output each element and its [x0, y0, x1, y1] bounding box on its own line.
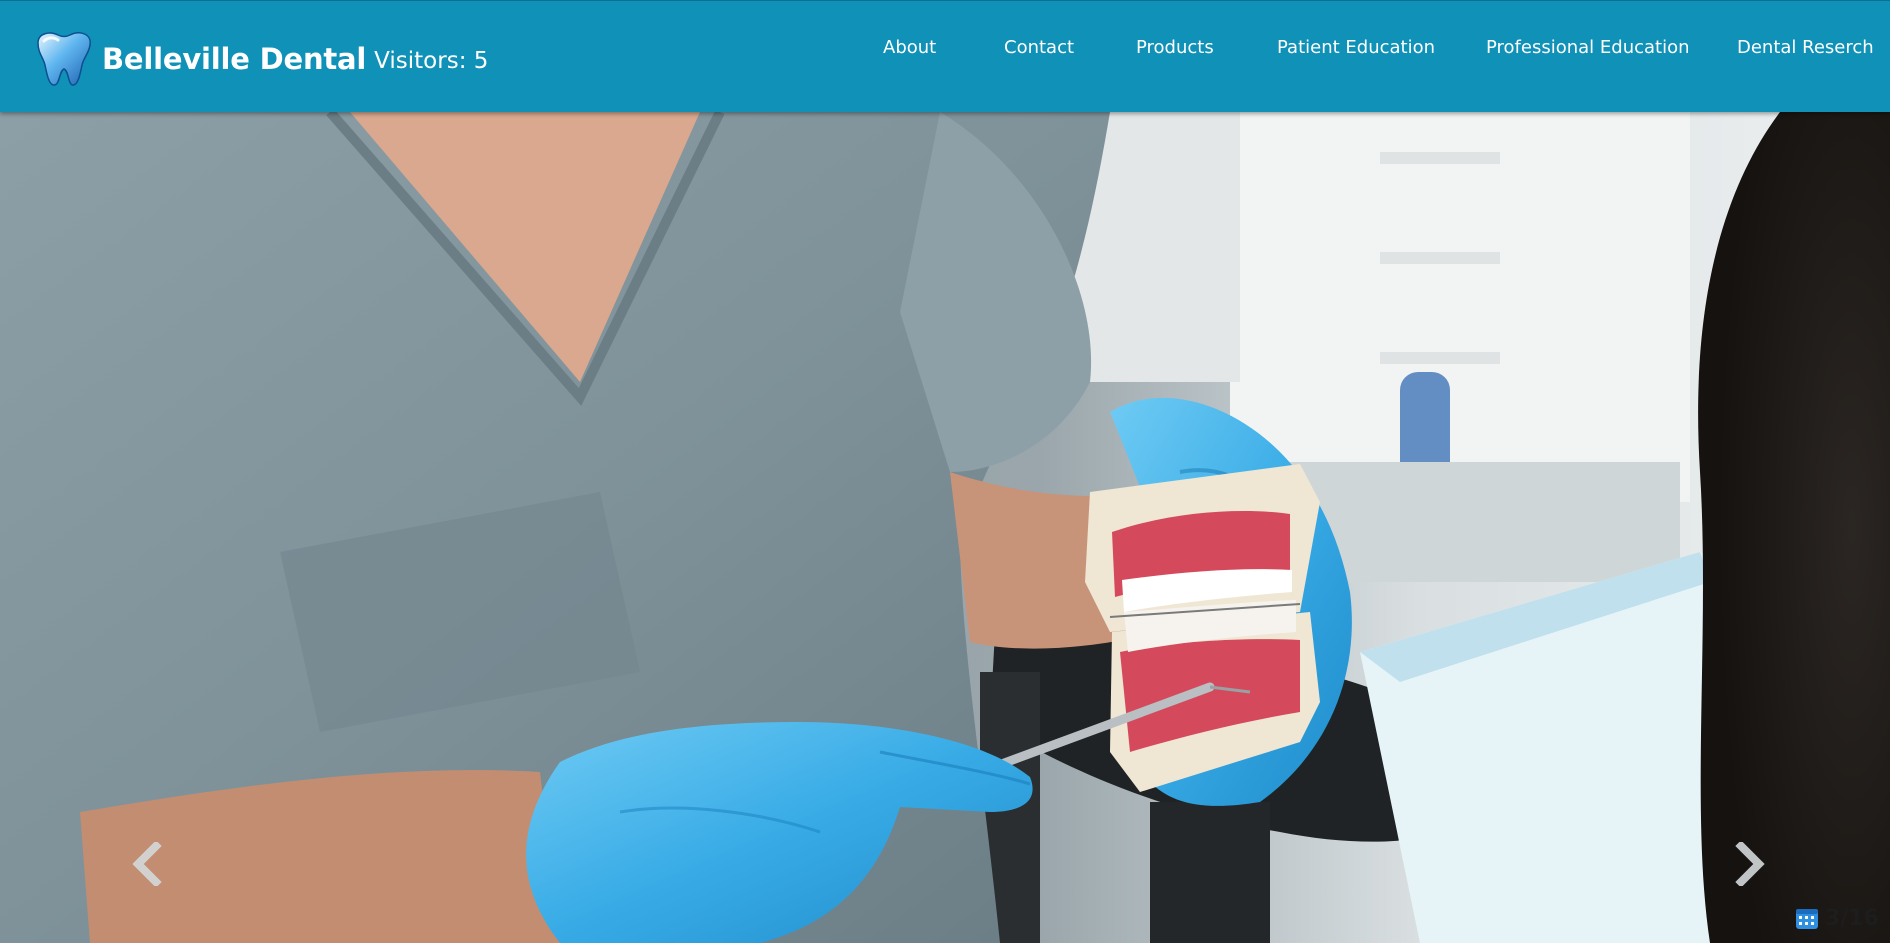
nav-contact[interactable]: Contact: [1004, 37, 1074, 58]
calendar-icon: [1796, 909, 1818, 929]
carousel-prev-button[interactable]: [127, 837, 167, 891]
chevron-right-icon: [1735, 842, 1765, 886]
site-header: Belleville Dental Visitors: 5 About Cont…: [0, 0, 1890, 112]
slide-image: [0, 112, 1890, 943]
carousel-next-button[interactable]: [1730, 837, 1770, 891]
slide-counter: 3/16: [1795, 904, 1879, 932]
nav-patient-education[interactable]: Patient Education: [1277, 37, 1435, 58]
hero-carousel: [0, 112, 1890, 943]
main-nav: About Contact Products Patient Education…: [0, 37, 1890, 63]
nav-products[interactable]: Products: [1136, 37, 1214, 58]
nav-dental-research[interactable]: Dental Reserch: [1737, 37, 1874, 58]
nav-about[interactable]: About: [883, 37, 936, 58]
chevron-left-icon: [132, 842, 162, 886]
nav-professional-education[interactable]: Professional Education: [1486, 37, 1690, 58]
slide-counter-text: 3/16: [1825, 905, 1879, 931]
